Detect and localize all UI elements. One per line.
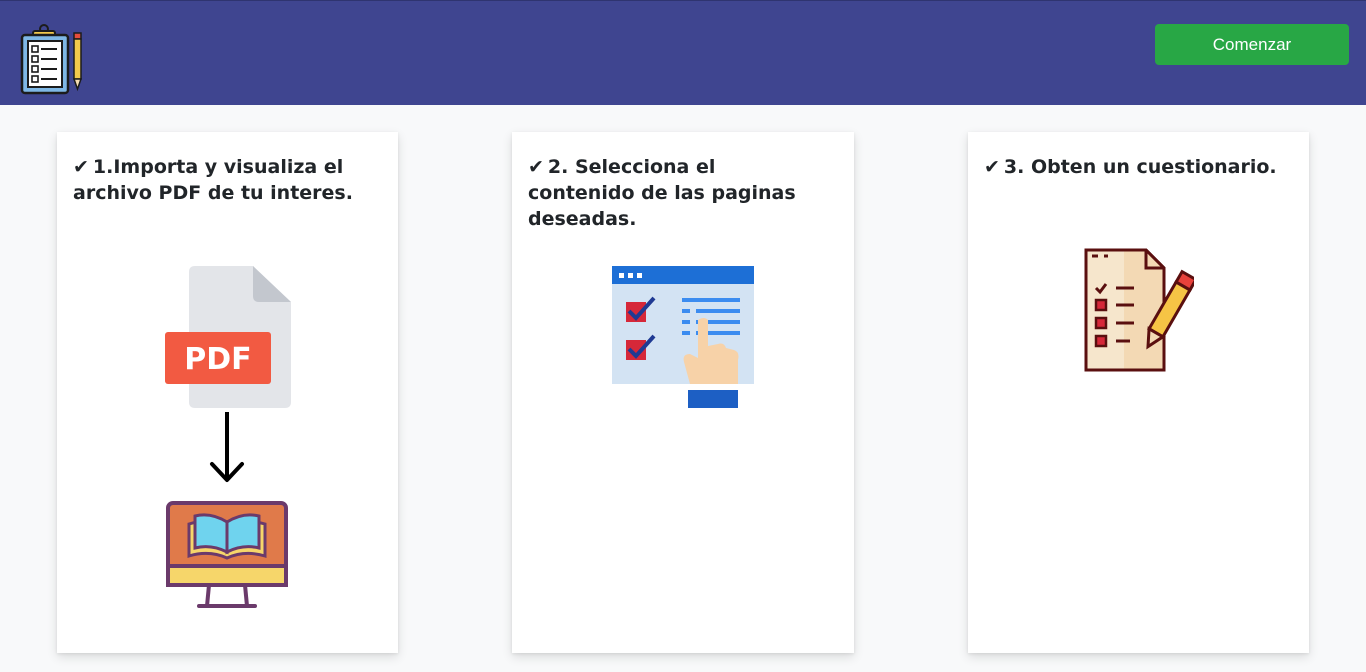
check-icon: ✔ (73, 156, 89, 178)
step-title: ✔ 2. Selecciona el contenido de las pagin… (528, 154, 828, 232)
step-title-text: 1.Importa y visualiza el archivo PDF de … (73, 156, 353, 204)
pdf-badge-text: PDF (184, 342, 251, 377)
start-button[interactable]: Comenzar (1155, 24, 1349, 65)
navbar: Comenzar (0, 0, 1366, 105)
step-card-select: ✔ 2. Selecciona el contenido de las pagin… (512, 132, 854, 653)
step-card-import: ✔ 1.Importa y visualiza el archivo PDF de… (57, 132, 398, 653)
arrow-down-icon (210, 412, 244, 482)
check-icon: ✔ (528, 156, 544, 178)
step-title-text: 2. Selecciona el contenido de las pagina… (528, 156, 796, 230)
step-card-questionnaire: ✔ 3. Obten un cuestionario. (968, 132, 1309, 653)
questionnaire-pencil-icon (1084, 248, 1194, 372)
check-icon: ✔ (984, 156, 1000, 178)
step-title: ✔ 1.Importa y visualiza el archivo PDF de… (73, 154, 373, 206)
select-content-hand-icon (612, 266, 754, 408)
step-title: ✔ 3. Obten un cuestionario. (984, 154, 1284, 180)
clipboard-checklist-pencil-icon[interactable] (19, 23, 87, 95)
step-title-text: 3. Obten un cuestionario. (1003, 156, 1277, 178)
pdf-file-icon: PDF (165, 266, 291, 408)
monitor-book-icon (166, 501, 288, 608)
